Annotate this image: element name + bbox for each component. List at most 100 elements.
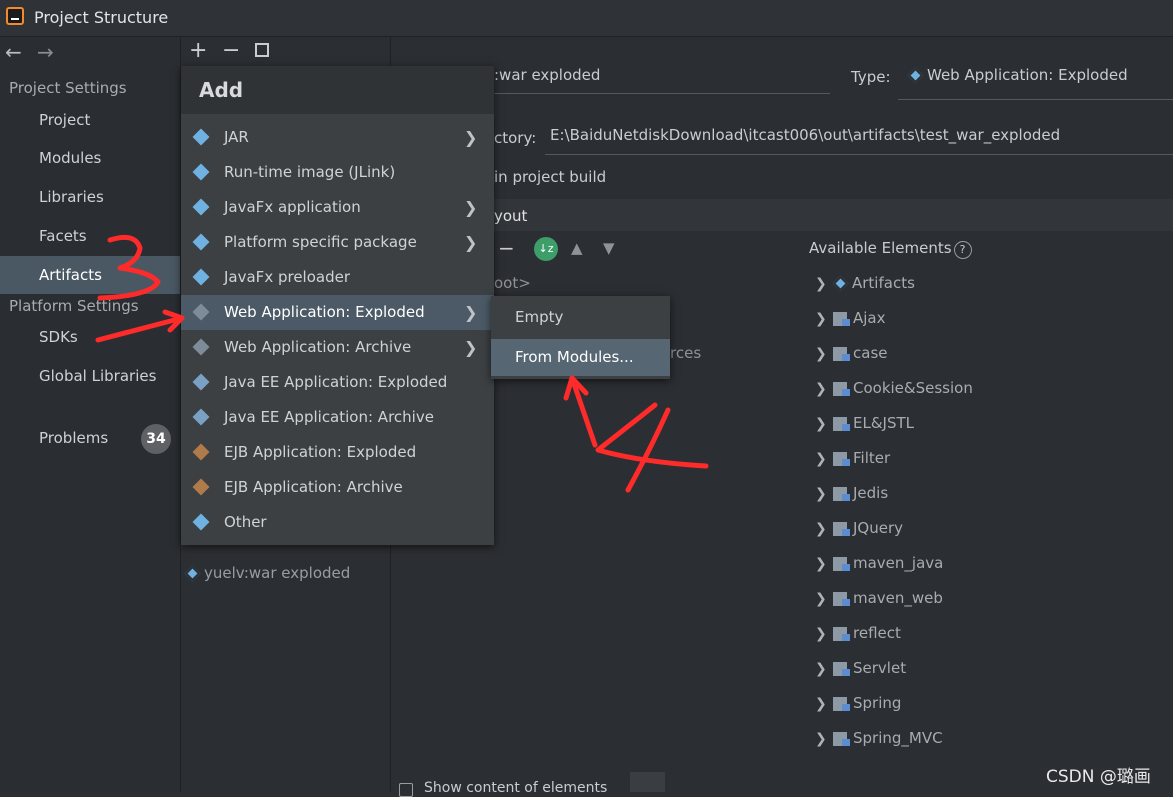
available-item-spring-mvc[interactable]: ❯ Spring_MVC: [815, 721, 943, 756]
back-arrow-icon[interactable]: ←: [5, 40, 22, 64]
popup-title: Add: [199, 78, 244, 102]
remove-icon[interactable]: −: [222, 38, 240, 63]
sidebar-item-global-libraries[interactable]: Global Libraries: [0, 357, 180, 395]
menu-item-jar[interactable]: JAR ❯: [181, 120, 494, 155]
move-down-icon[interactable]: ▼: [603, 239, 615, 257]
sort-az-icon[interactable]: ↓z: [534, 237, 558, 261]
problems-count-badge: 34: [141, 424, 171, 454]
expand-arrow-icon[interactable]: ❯: [815, 302, 829, 337]
add-artifact-popup: Add JAR ❯ Run-time image (JLink) JavaFx a…: [181, 66, 494, 545]
chevron-right-icon: ❯: [464, 128, 478, 147]
copy-icon[interactable]: [255, 43, 269, 57]
chevron-right-icon: ❯: [464, 233, 478, 252]
help-icon[interactable]: ?: [953, 241, 972, 259]
menu-item-runtime-image[interactable]: Run-time image (JLink): [181, 155, 494, 190]
web-app-type-icon: [907, 67, 924, 84]
module-folder-icon: [833, 416, 851, 431]
menu-item-ejb-archive[interactable]: EJB Application: Archive: [181, 470, 494, 505]
package-icon: [192, 233, 210, 251]
expand-arrow-icon[interactable]: ❯: [815, 372, 829, 407]
expand-arrow-icon[interactable]: ❯: [815, 547, 829, 582]
available-item-artifacts[interactable]: ❯ Artifacts: [815, 266, 915, 301]
web-app-icon: [192, 338, 210, 356]
artifact-list-item[interactable]: yuelv:war exploded: [184, 564, 350, 582]
output-directory-field[interactable]: E:\BaiduNetdiskDownload\itcast006\out\ar…: [545, 126, 1173, 155]
platform-settings-heading: Platform Settings: [9, 297, 139, 315]
move-up-icon[interactable]: ▲: [571, 239, 583, 257]
module-folder-icon: [833, 311, 851, 326]
expand-arrow-icon[interactable]: ❯: [815, 477, 829, 512]
menu-item-platform-package[interactable]: Platform specific package ❯: [181, 225, 494, 260]
title-bar: Project Structure: [0, 0, 1173, 37]
show-content-label: Show content of elements: [424, 780, 608, 792]
output-root-node[interactable]: oot>: [494, 274, 531, 292]
menu-item-javafx-preloader[interactable]: JavaFx preloader: [181, 260, 494, 295]
expand-arrow-icon[interactable]: ❯: [815, 722, 829, 757]
javafx-icon: [192, 268, 210, 286]
menu-item-other[interactable]: Other: [181, 505, 494, 540]
available-item-jedis[interactable]: ❯ Jedis: [815, 476, 888, 511]
available-item-cookie-session[interactable]: ❯ Cookie&Session: [815, 371, 973, 406]
web-app-icon: [192, 303, 210, 321]
available-item-filter[interactable]: ❯ Filter: [815, 441, 890, 476]
chevron-right-icon: ❯: [464, 338, 478, 357]
module-folder-icon: [833, 381, 851, 396]
available-elements-heading: Available Elements?: [809, 239, 972, 259]
expand-arrow-icon[interactable]: ❯: [815, 652, 829, 687]
expand-arrow-icon[interactable]: ❯: [815, 267, 829, 302]
sidebar-item-facets[interactable]: Facets: [0, 217, 180, 255]
web-exploded-submenu: Empty From Modules...: [491, 296, 670, 379]
expand-arrow-icon[interactable]: ❯: [815, 337, 829, 372]
show-content-checkbox[interactable]: [399, 783, 413, 797]
sidebar-item-project[interactable]: Project: [0, 101, 180, 139]
sidebar-item-modules[interactable]: Modules: [0, 139, 180, 177]
remove-element-icon[interactable]: −: [498, 236, 515, 260]
module-folder-icon: [833, 521, 851, 536]
available-item-maven-web[interactable]: ❯ maven_web: [815, 581, 943, 616]
menu-item-ejb-exploded[interactable]: EJB Application: Exploded: [181, 435, 494, 470]
expand-arrow-icon[interactable]: ❯: [815, 407, 829, 442]
expand-arrow-icon[interactable]: ❯: [815, 687, 829, 722]
javaee-icon: [192, 408, 210, 426]
menu-item-javafx-app[interactable]: JavaFx application ❯: [181, 190, 494, 225]
artifact-name-field[interactable]: :war exploded: [494, 66, 830, 94]
javaee-icon: [192, 373, 210, 391]
settings-button[interactable]: [630, 772, 665, 792]
sidebar-item-artifacts[interactable]: Artifacts: [0, 256, 180, 294]
menu-item-javaee-archive[interactable]: Java EE Application: Archive: [181, 400, 494, 435]
available-item-reflect[interactable]: ❯ reflect: [815, 616, 901, 651]
module-folder-icon: [833, 731, 851, 746]
jar-icon: [192, 128, 210, 146]
forward-arrow-icon[interactable]: →: [37, 40, 54, 64]
web-artifact-icon: [184, 565, 201, 582]
menu-item-web-archive[interactable]: Web Application: Archive ❯: [181, 330, 494, 365]
output-directory-label: ctory:: [494, 129, 537, 147]
add-icon[interactable]: +: [189, 38, 207, 63]
tab-output-layout[interactable]: yout: [494, 207, 527, 225]
available-item-spring[interactable]: ❯ Spring: [815, 686, 901, 721]
expand-arrow-icon[interactable]: ❯: [815, 512, 829, 547]
expand-arrow-icon[interactable]: ❯: [815, 582, 829, 617]
module-folder-icon: [833, 696, 851, 711]
menu-item-javaee-exploded[interactable]: Java EE Application: Exploded: [181, 365, 494, 400]
project-settings-heading: Project Settings: [9, 79, 127, 97]
sidebar-item-sdks[interactable]: SDKs: [0, 318, 180, 356]
module-folder-icon: [833, 626, 851, 641]
available-item-maven-java[interactable]: ❯ maven_java: [815, 546, 943, 581]
type-dropdown[interactable]: Web Application: Exploded: [898, 66, 1173, 100]
resources-node-partial[interactable]: rces: [670, 344, 701, 362]
available-item-ajax[interactable]: ❯ Ajax: [815, 301, 886, 336]
submenu-item-from-modules[interactable]: From Modules...: [491, 339, 670, 376]
expand-arrow-icon[interactable]: ❯: [815, 442, 829, 477]
available-item-case[interactable]: ❯ case: [815, 336, 887, 371]
type-label: Type:: [851, 68, 891, 86]
available-item-el-jstl[interactable]: ❯ EL&JSTL: [815, 406, 914, 441]
module-folder-icon: [833, 486, 851, 501]
submenu-item-empty[interactable]: Empty: [491, 299, 670, 336]
sidebar-item-libraries[interactable]: Libraries: [0, 178, 180, 216]
available-item-servlet[interactable]: ❯ Servlet: [815, 651, 906, 686]
expand-arrow-icon[interactable]: ❯: [815, 617, 829, 652]
menu-item-web-exploded[interactable]: Web Application: Exploded ❯: [181, 295, 494, 330]
ejb-icon: [192, 443, 210, 461]
available-item-jquery[interactable]: ❯ JQuery: [815, 511, 903, 546]
